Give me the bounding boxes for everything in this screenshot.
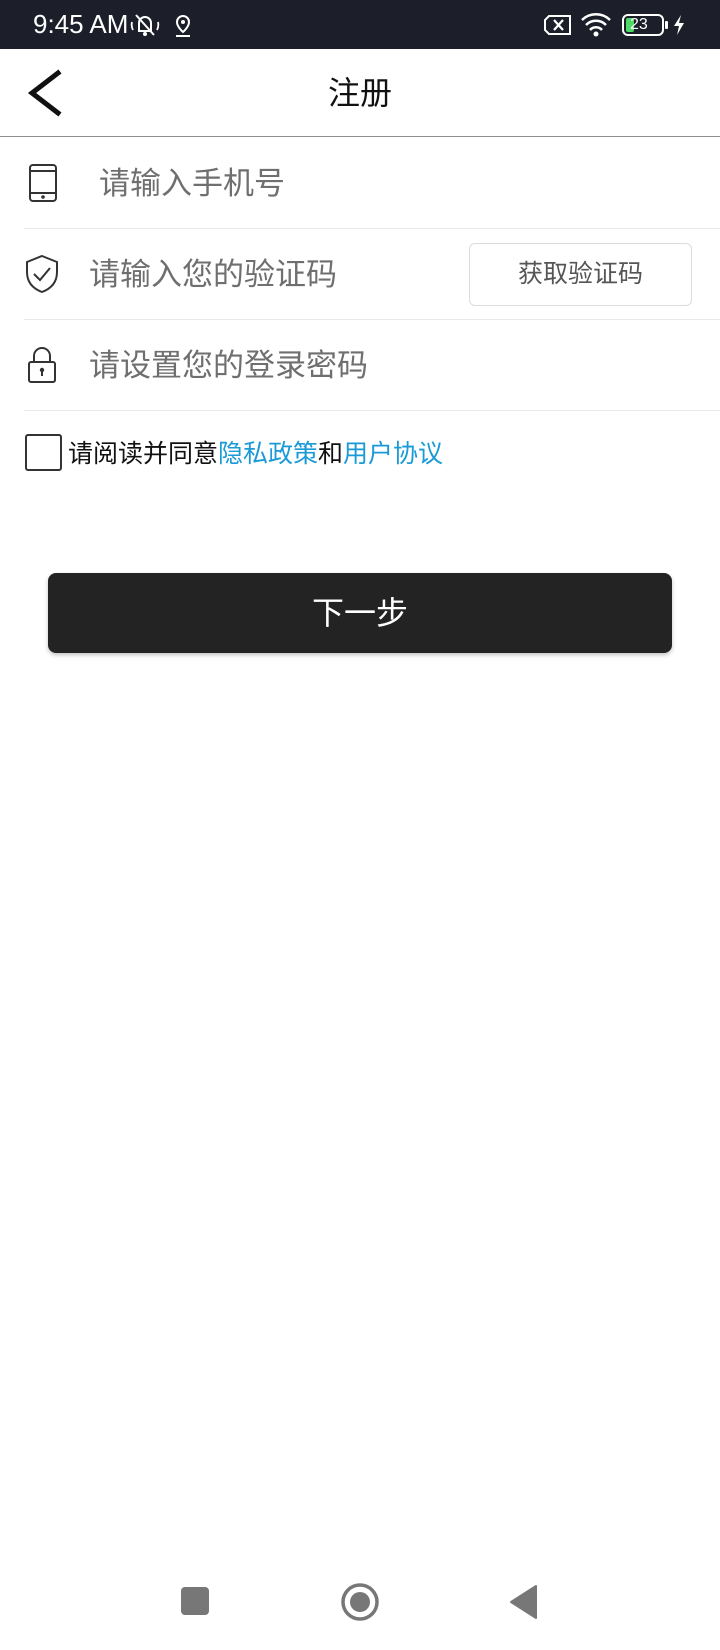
recents-square-icon[interactable] bbox=[180, 1586, 210, 1616]
location-icon bbox=[175, 14, 191, 37]
mute-icon bbox=[130, 14, 160, 36]
battery-level: 23 bbox=[630, 16, 648, 33]
phone-input[interactable] bbox=[99, 159, 679, 209]
page-title: 注册 bbox=[327, 74, 392, 112]
user-agreement-link[interactable]: 用户协议 bbox=[343, 439, 443, 468]
lock-icon bbox=[28, 347, 56, 383]
status-time: 9:45 AM bbox=[33, 9, 129, 39]
shield-check-icon bbox=[26, 254, 58, 294]
agreement-prefix: 请阅读并同意 bbox=[68, 439, 219, 468]
next-step-button[interactable]: 下一步 bbox=[48, 573, 672, 653]
privacy-policy-link[interactable]: 隐私政策 bbox=[218, 439, 318, 468]
charging-icon bbox=[674, 15, 684, 35]
navigation-bar bbox=[0, 1560, 720, 1650]
wifi-icon bbox=[581, 13, 611, 37]
get-code-button[interactable]: 获取验证码 bbox=[469, 243, 692, 306]
agreement-text: 请阅读并同意隐私政策和用户协议 bbox=[68, 434, 443, 470]
agreement-row: 请阅读并同意隐私政策和用户协议 bbox=[25, 432, 443, 472]
phone-icon bbox=[29, 164, 57, 202]
header: 注册 bbox=[0, 49, 720, 137]
code-row: 获取验证码 bbox=[24, 229, 720, 320]
agreement-conjunction: 和 bbox=[318, 439, 344, 468]
no-sim-icon bbox=[544, 15, 571, 35]
password-row bbox=[24, 320, 720, 411]
agreement-checkbox[interactable] bbox=[25, 433, 62, 471]
phone-row bbox=[24, 138, 720, 229]
password-input[interactable] bbox=[89, 341, 669, 391]
home-circle-icon[interactable] bbox=[340, 1582, 380, 1622]
back-triangle-icon[interactable] bbox=[508, 1584, 540, 1620]
code-input[interactable] bbox=[89, 250, 449, 300]
status-bar: 9:45 AM 23 bbox=[0, 0, 720, 49]
